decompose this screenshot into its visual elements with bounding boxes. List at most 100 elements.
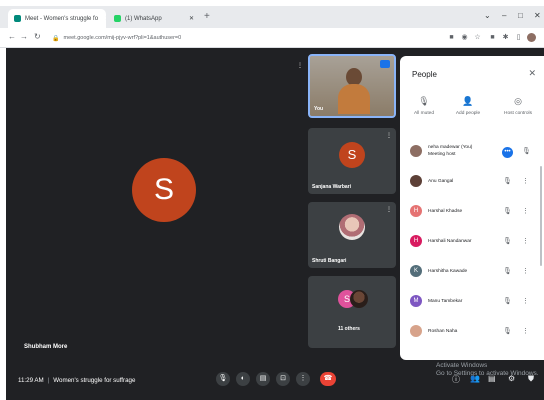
present-button[interactable]: ⊡ bbox=[276, 372, 290, 386]
participant-photo bbox=[350, 290, 368, 308]
tab-whatsapp[interactable]: (1) WhatsApp ✕ bbox=[108, 9, 200, 28]
mic-icon[interactable]: 🎙 bbox=[522, 147, 531, 155]
mic-indicator-icon[interactable]: ◉ bbox=[460, 33, 469, 42]
host-controls-button[interactable]: ◎ Host controls bbox=[498, 96, 538, 116]
meeting-title: Women's struggle for suffrage bbox=[53, 377, 136, 384]
minimize-button[interactable]: – bbox=[502, 11, 506, 20]
screen: Meet - Women's struggle fo ✕ (1) WhatsAp… bbox=[0, 0, 544, 400]
whatsapp-favicon-icon bbox=[114, 15, 121, 22]
divider: | bbox=[47, 377, 50, 384]
action-label: Host controls bbox=[504, 111, 532, 116]
puzzle-icon[interactable]: ✱ bbox=[501, 33, 510, 42]
bookmark-star-icon[interactable]: ☆ bbox=[473, 33, 482, 42]
list-item[interactable]: H Harshali Nandanwar 🎙 ⋮ bbox=[400, 228, 544, 258]
mic-off-icon[interactable]: 🎙 bbox=[503, 267, 512, 275]
close-tab-icon[interactable]: ✕ bbox=[189, 15, 194, 22]
participant-name-text: neha madewar (You) bbox=[428, 145, 473, 150]
mic-off-icon[interactable]: 🎙 bbox=[503, 207, 512, 215]
participant-name: Roshan Naha bbox=[428, 329, 458, 334]
mute-all-button[interactable]: 🎙 All muted bbox=[404, 96, 444, 116]
mic-off-icon[interactable]: 🎙 bbox=[503, 327, 512, 335]
avatar bbox=[410, 325, 422, 337]
chat-icon[interactable]: ▤ bbox=[488, 374, 496, 383]
more-options-icon[interactable]: ⋮ bbox=[522, 327, 529, 335]
avatar: H bbox=[410, 235, 422, 247]
action-label: All muted bbox=[414, 111, 434, 116]
more-options-icon[interactable]: ⋮ bbox=[522, 237, 529, 245]
more-options-icon[interactable]: ⋮ bbox=[522, 297, 529, 305]
people-icon[interactable]: 👥 bbox=[470, 374, 480, 383]
main-video-tile[interactable]: S Shubham More ⋮ bbox=[12, 48, 308, 363]
tab-search-icon[interactable]: ⌄ bbox=[484, 11, 491, 20]
others-tile[interactable]: S 11 others bbox=[308, 276, 396, 348]
participant-tile[interactable]: ⋮ Shruti Bangari bbox=[308, 202, 396, 268]
avatar bbox=[410, 175, 422, 187]
mic-off-icon: ⋮ bbox=[386, 133, 392, 139]
participant-name: Harshali Nandanwar bbox=[428, 239, 472, 244]
tab-title: Meet - Women's struggle fo bbox=[25, 15, 99, 22]
participant-list: neha madewar (You) Meeting host ••• 🎙 Anu… bbox=[400, 138, 544, 348]
more-options-button[interactable]: ⋮ bbox=[296, 372, 310, 386]
self-video-tile[interactable]: You bbox=[308, 54, 396, 118]
avatar bbox=[410, 145, 422, 157]
participant-tile[interactable]: S ⋮ Sanjana Warbari bbox=[308, 128, 396, 194]
captions-button[interactable]: ▤ bbox=[256, 372, 270, 386]
close-icon[interactable]: ✕ bbox=[528, 68, 536, 79]
profile-avatar-icon[interactable] bbox=[527, 33, 536, 42]
participant-name: Manu Tambekar bbox=[428, 299, 463, 304]
mic-off-icon[interactable]: 🎙 bbox=[503, 297, 512, 305]
mic-off-icon[interactable]: 🎙 bbox=[503, 177, 512, 185]
more-options-icon[interactable]: ⋮ bbox=[522, 267, 529, 275]
mic-button[interactable]: 🎙 bbox=[216, 372, 230, 386]
participant-name: Harshitha Kawade bbox=[428, 269, 468, 274]
avatar: K bbox=[410, 265, 422, 277]
reload-icon[interactable]: ↻ bbox=[34, 32, 41, 41]
list-item[interactable]: neha madewar (You) Meeting host ••• 🎙 bbox=[400, 138, 544, 168]
main-avatar: S bbox=[132, 158, 196, 222]
more-options-icon[interactable]: ⋮ bbox=[522, 207, 529, 215]
participant-photo bbox=[339, 214, 365, 240]
mic-off-icon: ⋮ bbox=[386, 207, 392, 213]
participant-name: neha madewar (You) Meeting host bbox=[428, 144, 472, 158]
activities-icon[interactable]: ⚙ bbox=[508, 374, 515, 383]
list-item[interactable]: K Harshitha Kawade 🎙 ⋮ bbox=[400, 258, 544, 288]
url-field[interactable]: 🔒 meet.google.com/mij-pjyv-wrf?pli=1&aut… bbox=[52, 32, 382, 44]
scrollbar[interactable] bbox=[540, 166, 542, 266]
meet-favicon-icon bbox=[14, 15, 21, 22]
more-options-icon[interactable]: ⋮ bbox=[522, 177, 529, 185]
mic-off-icon: 🎙 bbox=[418, 96, 430, 106]
browser-tab-bar: Meet - Women's struggle fo ✕ (1) WhatsAp… bbox=[0, 6, 544, 28]
shield-icon[interactable]: ⛊ bbox=[528, 374, 534, 384]
close-tab-icon[interactable]: ✕ bbox=[105, 15, 106, 22]
close-window-button[interactable]: ✕ bbox=[534, 11, 541, 20]
reading-list-icon[interactable]: ▯ bbox=[514, 33, 523, 42]
back-icon[interactable]: ← bbox=[8, 32, 16, 41]
lock-icon: 🔒 bbox=[52, 35, 60, 42]
avatar: H bbox=[410, 205, 422, 217]
list-item[interactable]: H Harshal Khadse 🎙 ⋮ bbox=[400, 198, 544, 228]
extension-icon[interactable]: ■ bbox=[488, 33, 497, 42]
people-panel: People ✕ 🎙 All muted 👤 Add people ◎ Host… bbox=[400, 56, 544, 360]
speaking-indicator-icon: ••• bbox=[502, 147, 513, 158]
maximize-button[interactable]: □ bbox=[518, 11, 523, 20]
list-item[interactable]: M Manu Tambekar 🎙 ⋮ bbox=[400, 288, 544, 318]
participant-name: Harshal Khadse bbox=[428, 209, 463, 214]
camera-button[interactable]: ◐ bbox=[236, 372, 250, 386]
more-options-icon[interactable]: ⋮ bbox=[297, 62, 303, 69]
end-call-button[interactable]: ☎ bbox=[320, 372, 336, 386]
new-tab-button[interactable]: + bbox=[204, 11, 210, 22]
add-people-button[interactable]: 👤 Add people bbox=[448, 96, 488, 116]
mic-off-icon[interactable]: 🎙 bbox=[503, 237, 512, 245]
tile-name: You bbox=[314, 106, 324, 112]
tab-meet[interactable]: Meet - Women's struggle fo ✕ bbox=[8, 9, 106, 28]
participant-role: Meeting host bbox=[428, 152, 456, 157]
list-item[interactable]: Roshan Naha 🎙 ⋮ bbox=[400, 318, 544, 348]
panel-title: People bbox=[412, 70, 437, 79]
url-text: meet.google.com/mij-pjyv-wrf?pli=1&authu… bbox=[63, 35, 182, 41]
meeting-info: 11:29 AM | Women's struggle for suffrage bbox=[18, 377, 135, 384]
list-item[interactable]: Anu Gangal 🎙 ⋮ bbox=[400, 168, 544, 198]
action-label: Add people bbox=[455, 111, 481, 116]
info-icon[interactable]: ⓘ bbox=[452, 374, 460, 385]
forward-icon[interactable]: → bbox=[20, 32, 28, 41]
camera-indicator-icon[interactable]: ■ bbox=[447, 33, 456, 42]
